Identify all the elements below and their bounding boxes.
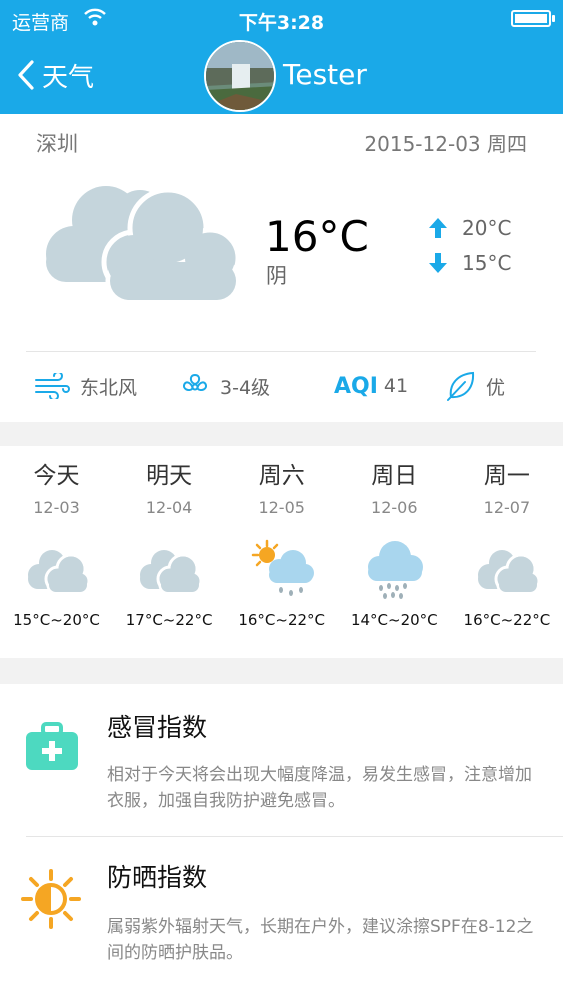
- header: 运营商 下午3:28 天气 Tester: [0, 0, 563, 114]
- aqi-value: 41: [383, 375, 409, 397]
- avatar[interactable]: [204, 40, 276, 112]
- current-temperature: 16°C: [265, 212, 369, 261]
- forecast-day-name: 周六: [258, 463, 305, 489]
- sun-icon: [21, 869, 81, 929]
- forecast-day-name: 明天: [146, 463, 193, 489]
- forecast-temperature-range: 17°C~22°C: [125, 611, 213, 629]
- status-time: 下午3:28: [238, 12, 325, 34]
- divider: [26, 351, 536, 352]
- air-quality: 优: [446, 368, 505, 404]
- forecast-temperature-range: 16°C~22°C: [238, 611, 326, 629]
- forecast-day-name: 周一: [483, 463, 530, 489]
- arrow-up-icon: [429, 218, 447, 238]
- nav-title: Tester: [283, 58, 367, 91]
- index-description: 属弱紫外辐射天气，长期在户外，建议涂擦SPF在8-12之间的防晒护肤品。: [107, 917, 534, 963]
- current-date: 2015-12-03 周四: [364, 132, 527, 156]
- fan-icon: [182, 373, 208, 391]
- rain-icon: [368, 541, 424, 599]
- high-temperature: 20°C: [428, 216, 511, 240]
- forecast-temperature-range: 15°C~20°C: [13, 611, 100, 629]
- index-title: 防晒指数: [107, 863, 208, 892]
- wind-level-value: 3-4级: [220, 376, 271, 399]
- low-temperature: 15°C: [428, 251, 511, 275]
- section-gap: [0, 658, 563, 684]
- aqi-label: AQI: [334, 373, 378, 399]
- chevron-left-icon: [18, 60, 34, 90]
- forecast-day[interactable]: 明天 12-04 17°C~22°C: [113, 458, 226, 629]
- divider: [26, 836, 563, 837]
- battery-tip: [552, 15, 555, 22]
- forecast-day[interactable]: 周日 12-06 14°C~20°C: [338, 458, 451, 629]
- forecast-day-date: 12-05: [258, 498, 305, 517]
- back-button[interactable]: 天气: [16, 58, 95, 93]
- cloudy-icon: [27, 550, 90, 595]
- forecast-temperature-range: 16°C~22°C: [463, 611, 551, 629]
- wind-direction-value: 东北风: [80, 376, 138, 399]
- forecast-day-date: 12-06: [371, 498, 418, 517]
- sun-rain-icon: [251, 539, 314, 596]
- index-description: 相对于今天将会出现大幅度降温，易发生感冒，注意增加衣服，加强自我防护避免感冒。: [107, 765, 532, 811]
- cold-index-card[interactable]: 感冒指数 相对于今天将会出现大幅度降温，易发生感冒，注意增加衣服，加强自我防护避…: [0, 684, 563, 834]
- avatar-image: [206, 42, 274, 110]
- high-temperature-value: 20°C: [462, 216, 512, 240]
- forecast-day-date: 12-03: [33, 498, 80, 517]
- arrow-down-icon: [429, 253, 447, 273]
- wind-icon: [35, 373, 70, 399]
- index-title: 感冒指数: [107, 713, 208, 742]
- forecast-temperature-range: 14°C~20°C: [350, 611, 438, 629]
- aqi: AQI 41: [334, 368, 408, 404]
- leaf-icon: [447, 371, 475, 401]
- forecast-day-name: 今天: [33, 463, 80, 489]
- battery-icon: [511, 10, 551, 27]
- low-temperature-value: 15°C: [462, 251, 512, 275]
- forecast-day[interactable]: 今天 12-03 15°C~20°C: [0, 458, 113, 629]
- sunscreen-index-card[interactable]: 防晒指数 属弱紫外辐射天气，长期在户外，建议涂擦SPF在8-12之间的防晒护肤品…: [0, 838, 563, 1000]
- forecast-day-date: 12-04: [145, 498, 193, 517]
- wind-level: 3-4级: [180, 368, 270, 404]
- current-condition: 阴: [266, 264, 287, 288]
- medical-kit-icon: [26, 722, 78, 770]
- forecast-day-name: 周日: [371, 463, 418, 489]
- forecast-day[interactable]: 周六 12-05 16°C~22°C: [225, 458, 338, 629]
- wind-direction: 东北风: [34, 368, 137, 404]
- cloudy-icon: [477, 550, 540, 595]
- air-quality-value: 优: [486, 376, 506, 399]
- city-name: 深圳: [36, 132, 78, 156]
- section-gap: [0, 422, 563, 446]
- status-bar: 运营商 下午3:28: [0, 0, 563, 36]
- forecast-day-date: 12-07: [483, 498, 531, 517]
- forecast-day[interactable]: 周一 12-07 16°C~22°C: [450, 458, 563, 629]
- cloudy-icon: [140, 550, 203, 595]
- cloudy-icon: [46, 186, 240, 304]
- back-label: 天气: [42, 62, 95, 93]
